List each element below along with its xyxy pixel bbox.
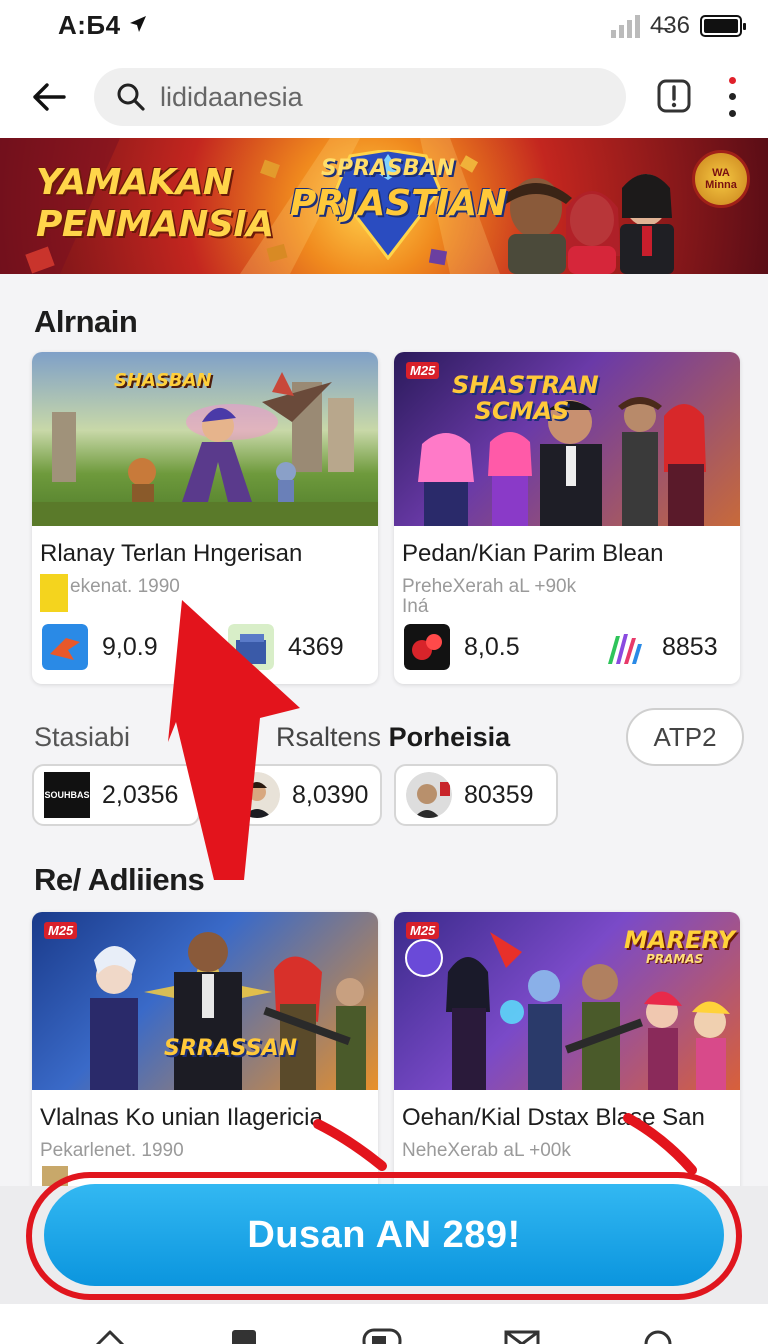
avatar [406, 772, 452, 818]
card-art-title: SRRASSAN [164, 1036, 298, 1061]
game-card[interactable]: M25 MARERY PRAMAS Oehan/Kial Dstax Blase… [394, 912, 740, 1202]
info-icon [657, 79, 691, 113]
card-thumb [40, 574, 68, 612]
banner-logo-line2: PRJASTIAN [290, 183, 508, 224]
bottom-nav [0, 1304, 768, 1344]
search-nav-icon[interactable] [638, 1322, 682, 1344]
card-stat: 8853 [602, 624, 718, 670]
chip-item[interactable]: 8,0390 [222, 764, 382, 826]
building-icon [228, 624, 274, 670]
chip-item[interactable]: SOUHBAS 2,0356 [32, 764, 200, 826]
game-card-image: M25 SRRASSAN [32, 912, 378, 1090]
app-bar [0, 56, 768, 138]
card-title: Pedan/Kian Parim Blean [402, 540, 664, 567]
card-title: Vlalnas Ko unian Ilagericia [40, 1104, 323, 1131]
section-title: Alrnain [34, 304, 138, 339]
game-card[interactable]: M25 SRRASSAN Vlalnas Ko unian Ilagericia… [32, 912, 378, 1202]
game-icon [404, 624, 450, 670]
home-icon[interactable] [88, 1322, 132, 1344]
filter-label-secondary: Rsaltens Porheisia [276, 722, 510, 753]
card-title: Rlanay Terlan Hngerisan [40, 540, 303, 567]
location-arrow-icon [130, 16, 146, 32]
search-input[interactable] [160, 81, 590, 113]
color-bars-icon [608, 634, 642, 664]
card-stat: 9,0.9 [42, 624, 158, 670]
status-bar: A:Б4 4̶36 [0, 0, 768, 56]
filter-label-bold: Porheisia [388, 722, 511, 752]
card-stat: 8,0.5 [404, 624, 520, 670]
game-icon [42, 624, 88, 670]
library-icon[interactable] [222, 1322, 266, 1344]
battery-icon [700, 15, 746, 37]
card-art-title: SHASBAN [114, 370, 212, 391]
card-title: Oehan/Kial Dstax Blase San [402, 1104, 705, 1131]
card-art-title: SHASTRAN SCMAS [452, 371, 599, 425]
back-arrow-icon [33, 83, 66, 111]
banner-headline-line2: PENMANSIA [36, 204, 274, 245]
card-stat-value: 8,0.5 [464, 632, 520, 661]
chip-thumb: SOUHBAS [44, 772, 90, 818]
game-card[interactable]: SHASBAN Rlanay Terlan Hngerisan ekenat. … [32, 352, 378, 684]
banner-headline: YAMAKAN PENMANSIA [36, 162, 274, 246]
search-icon [117, 83, 145, 111]
back-button[interactable] [26, 74, 72, 120]
card-stat-value: 4369 [288, 632, 344, 661]
chip-value: 8,0390 [292, 780, 369, 809]
card-meta: PreheXerah aL +90k [402, 576, 577, 597]
search-bar[interactable] [94, 68, 626, 126]
card-meta: NeheXerab aL +00k [402, 1140, 571, 1161]
info-button[interactable] [654, 76, 694, 116]
status-time: A:Б4 [58, 10, 121, 40]
age-rating-badge: M25 [44, 922, 78, 939]
card-stat: 4369 [228, 624, 344, 670]
download-button[interactable]: Dusan AN 289! [44, 1184, 724, 1286]
banner-logo-line1: SPRASBAN [321, 156, 455, 181]
promo-banner[interactable]: YAMAKAN PENMANSIA SPRASBAN PRJASTIAN WA … [0, 138, 768, 274]
more-vert-icon[interactable] [718, 72, 746, 122]
card-stat-value: 9,0.9 [102, 632, 158, 661]
filter-label-light: Rsaltens [276, 722, 389, 752]
game-card-image: M25 MARERY PRAMAS [394, 912, 740, 1090]
avatar [234, 772, 280, 818]
card-art-title: MARERY [624, 926, 735, 954]
games-icon[interactable] [360, 1322, 404, 1344]
section-title: Re/ Adliiens [34, 862, 205, 897]
card-meta: Pekarlenet. 1990 [40, 1140, 184, 1161]
card-art-subtitle: PRAMAS [646, 952, 704, 966]
banner-logo: SPRASBAN PRJASTIAN [290, 156, 508, 256]
banner-headline-line1: YAMAKAN [36, 162, 233, 203]
card-meta: ekenat. 1990 [70, 576, 180, 597]
filter-label: Stasiabi [34, 722, 131, 752]
signal-icon [610, 14, 640, 38]
chip-value: 2,0356 [102, 780, 179, 809]
game-card-image: SHASBAN [32, 352, 378, 526]
mail-icon[interactable] [500, 1322, 544, 1344]
network-label: 4̶36 [649, 12, 690, 39]
game-card[interactable]: M25 SHASTRAN SCMAS Pedan/Kian Parim Blea… [394, 352, 740, 684]
card-stat-value: 8853 [662, 632, 718, 661]
chip-item[interactable]: 80359 [394, 764, 558, 826]
game-card-image: M25 SHASTRAN SCMAS [394, 352, 740, 526]
age-rating-badge: M25 [406, 922, 440, 939]
chip-value: 80359 [464, 780, 534, 809]
filter-pill-button[interactable]: ATP2 [626, 708, 744, 766]
age-rating-badge: M25 [406, 362, 440, 379]
banner-seal: WA Minna [692, 150, 750, 208]
card-meta-line2: Iná [402, 596, 429, 617]
card-art [90, 932, 366, 1090]
